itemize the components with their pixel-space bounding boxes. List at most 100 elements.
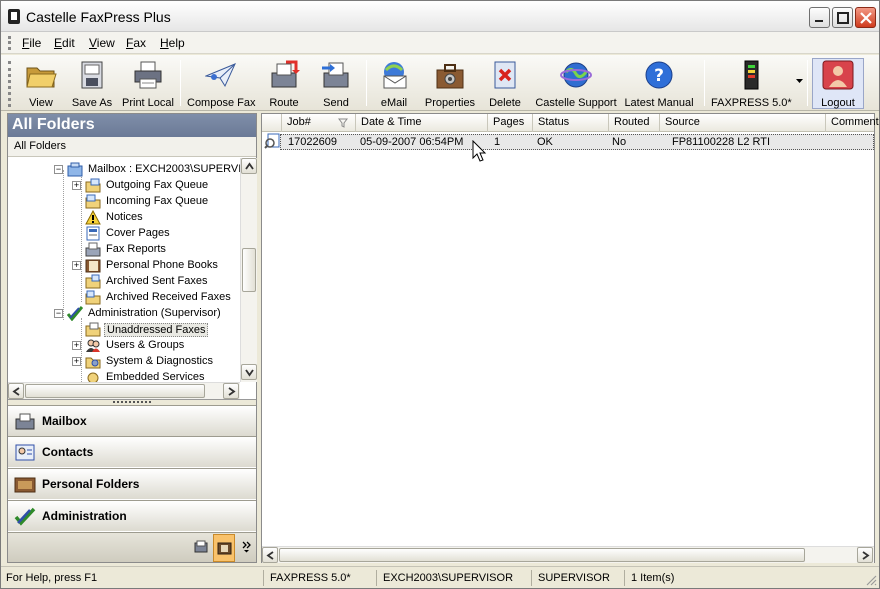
maximize-button[interactable] — [832, 7, 853, 28]
list-scroll-left-button[interactable] — [262, 547, 278, 563]
nav-mailbox-button[interactable]: Mailbox — [8, 405, 256, 436]
nav-contacts-button[interactable]: Contacts — [8, 436, 256, 467]
cell-status: OK — [537, 136, 553, 148]
column-source[interactable]: Source — [660, 114, 826, 132]
expand-toggle[interactable]: + — [72, 357, 81, 366]
tree-scroll-thumb[interactable] — [242, 248, 256, 292]
server-icon — [735, 60, 767, 90]
chevron-left-icon — [12, 387, 20, 396]
shortcuts-icon[interactable] — [194, 540, 208, 554]
properties-button[interactable]: Properties — [423, 58, 477, 109]
list-hscroll-thumb[interactable] — [279, 548, 805, 562]
sort-filter-icon[interactable] — [338, 118, 348, 128]
phone-book-icon — [85, 258, 101, 273]
toolbar-separator — [180, 60, 181, 106]
splitter-grip — [113, 401, 151, 404]
toolbar-separator — [704, 60, 705, 106]
mailbox-icon — [67, 162, 83, 177]
folders-pane-subtitle: All Folders — [8, 137, 256, 157]
email-button[interactable]: eMail — [375, 58, 413, 109]
compose-fax-icon — [204, 60, 237, 90]
delete-button[interactable]: Delete — [486, 58, 524, 109]
status-separator — [531, 570, 532, 586]
close-icon — [860, 12, 872, 24]
unaddressed-icon — [85, 322, 101, 337]
cell-routed: No — [612, 136, 627, 148]
collapse-toggle[interactable]: − — [54, 309, 63, 318]
column-icon[interactable] — [262, 114, 282, 132]
expand-toggle[interactable]: + — [72, 181, 81, 190]
menu-edit[interactable]: Edit — [54, 36, 75, 50]
status-user: SUPERVISOR — [538, 572, 610, 584]
status-separator — [376, 570, 377, 586]
column-comment[interactable]: Comment — [826, 114, 879, 132]
table-row[interactable]: 17022609 05-09-2007 06:54PM 1 OK No FP81… — [280, 134, 874, 150]
contacts-icon — [14, 443, 36, 462]
resize-grip-icon[interactable] — [865, 574, 877, 586]
toolbar-grip[interactable] — [8, 61, 11, 107]
view-button[interactable]: View — [21, 58, 61, 109]
archive-sent-icon — [85, 274, 101, 289]
mouse-cursor-icon — [472, 140, 487, 162]
column-routed[interactable]: Routed — [609, 114, 660, 132]
scroll-down-button[interactable] — [241, 364, 257, 380]
column-pages[interactable]: Pages — [488, 114, 533, 132]
logout-button[interactable]: Logout — [813, 58, 863, 109]
delete-icon — [489, 60, 521, 90]
folders-pane: All Folders All Folders − Mailbox : EXCH… — [7, 113, 257, 563]
menu-file[interactable]: File — [22, 36, 41, 50]
column-job[interactable]: Job# — [282, 114, 356, 132]
print-local-button[interactable]: Print Local — [122, 58, 174, 109]
server-dropdown-icon[interactable] — [796, 79, 803, 84]
faxpress-server-button[interactable]: FAXPRESS 5.0* — [711, 58, 792, 109]
cover-page-icon — [85, 226, 101, 241]
expand-toggle[interactable]: + — [72, 261, 81, 270]
nav-administration-button[interactable]: Administration — [8, 500, 256, 531]
support-globe-icon — [560, 60, 592, 90]
menu-fax[interactable]: Fax — [126, 36, 146, 50]
list-scroll-right-button[interactable] — [857, 547, 873, 563]
fax-document-icon — [264, 133, 280, 149]
latest-manual-button[interactable]: ? Latest Manual — [623, 58, 695, 109]
menu-help[interactable]: Help — [160, 36, 185, 50]
more-buttons-icon[interactable] — [242, 541, 251, 553]
cell-pages: 1 — [494, 136, 501, 148]
title-bar[interactable]: Castelle FaxPress Plus — [1, 1, 879, 32]
nav-personal-folders-button[interactable]: Personal Folders — [8, 468, 256, 499]
send-button[interactable]: Send — [317, 58, 355, 109]
warning-icon — [85, 209, 101, 225]
status-separator — [263, 570, 264, 586]
list-horizontal-scrollbar[interactable] — [262, 546, 874, 563]
folder-list-toggle[interactable] — [213, 534, 235, 562]
tree-vertical-scrollbar[interactable] — [240, 158, 257, 382]
minimize-button[interactable] — [809, 7, 830, 28]
logout-icon — [822, 60, 854, 90]
menu-grip[interactable] — [8, 36, 11, 50]
castelle-support-button[interactable]: Castelle Support — [534, 58, 618, 109]
maximize-icon — [837, 12, 849, 24]
save-as-button[interactable]: Save As — [69, 58, 115, 109]
collapse-toggle[interactable]: − — [54, 165, 63, 174]
scroll-left-button[interactable] — [8, 383, 24, 399]
toolbar-separator — [366, 60, 367, 106]
scroll-up-button[interactable] — [241, 158, 257, 174]
status-help-text: For Help, press F1 — [6, 572, 98, 584]
tree-hscroll-thumb[interactable] — [25, 384, 205, 398]
folder-tree[interactable]: − Mailbox : EXCH2003\SUPERVISOR + Outgoi… — [8, 158, 240, 382]
folders-pane-title: All Folders — [8, 114, 256, 137]
help-icon: ? — [643, 60, 675, 90]
tree-line — [81, 174, 82, 302]
tree-horizontal-scrollbar[interactable] — [8, 382, 240, 399]
compose-fax-button[interactable]: Compose Fax — [187, 58, 255, 109]
chevron-up-icon — [245, 162, 254, 170]
menu-view[interactable]: View — [89, 36, 115, 50]
expand-toggle[interactable]: + — [72, 341, 81, 350]
tree-line — [63, 170, 64, 320]
scroll-right-button[interactable] — [223, 383, 239, 399]
status-bar: For Help, press F1 FAXPRESS 5.0* EXCH200… — [1, 566, 879, 588]
route-button[interactable]: Route — [265, 58, 303, 109]
window-title: Castelle FaxPress Plus — [26, 9, 171, 25]
column-status[interactable]: Status — [533, 114, 609, 132]
close-button[interactable] — [855, 7, 876, 28]
column-date-time[interactable]: Date & Time — [356, 114, 488, 132]
